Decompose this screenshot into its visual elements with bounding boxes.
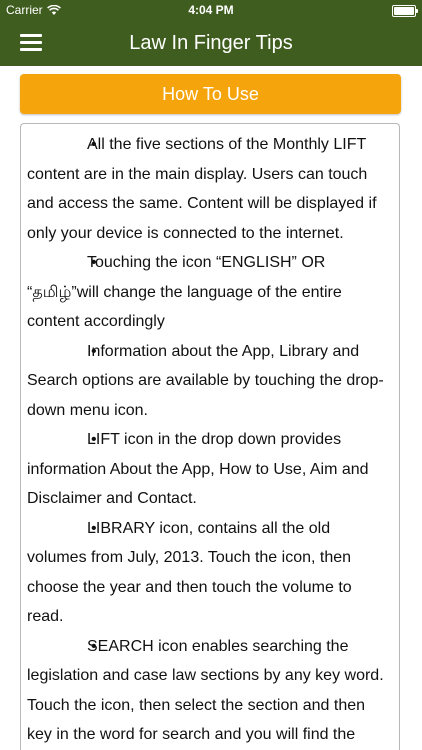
- bullet-icon: •: [91, 342, 97, 360]
- bullet-icon: •: [91, 136, 97, 153]
- status-time: 4:04 PM: [188, 3, 234, 17]
- bullet-icon: •: [91, 519, 97, 537]
- tip-item-language: •Touching the icon “ENGLISH” OR “தமிழ்”w…: [27, 248, 391, 337]
- tip-item-internet: •All the five sections of the Monthly LI…: [27, 130, 391, 248]
- tip-item-lift: •LIFT icon in the drop down provides inf…: [27, 425, 391, 514]
- bullet-icon: •: [91, 637, 97, 655]
- how-to-use-button[interactable]: How To Use: [20, 74, 401, 114]
- battery-icon: [392, 5, 418, 17]
- tips-content-box[interactable]: •All the five sections of the Monthly LI…: [20, 123, 400, 750]
- tip-item-library: •LIBRARY icon, contains all the old volu…: [27, 514, 391, 632]
- tips-list: •All the five sections of the Monthly LI…: [27, 130, 391, 750]
- tip-item-search: •SEARCH icon enables searching the legis…: [27, 632, 391, 750]
- tip-item-menu: •Information about the App, Library and …: [27, 337, 391, 426]
- bullet-icon: •: [91, 254, 97, 271]
- nav-bar: Law In Finger Tips: [0, 20, 422, 66]
- page-title: Law In Finger Tips: [129, 32, 293, 54]
- status-bar: Carrier 4:04 PM: [0, 0, 422, 20]
- bullet-icon: •: [91, 431, 97, 448]
